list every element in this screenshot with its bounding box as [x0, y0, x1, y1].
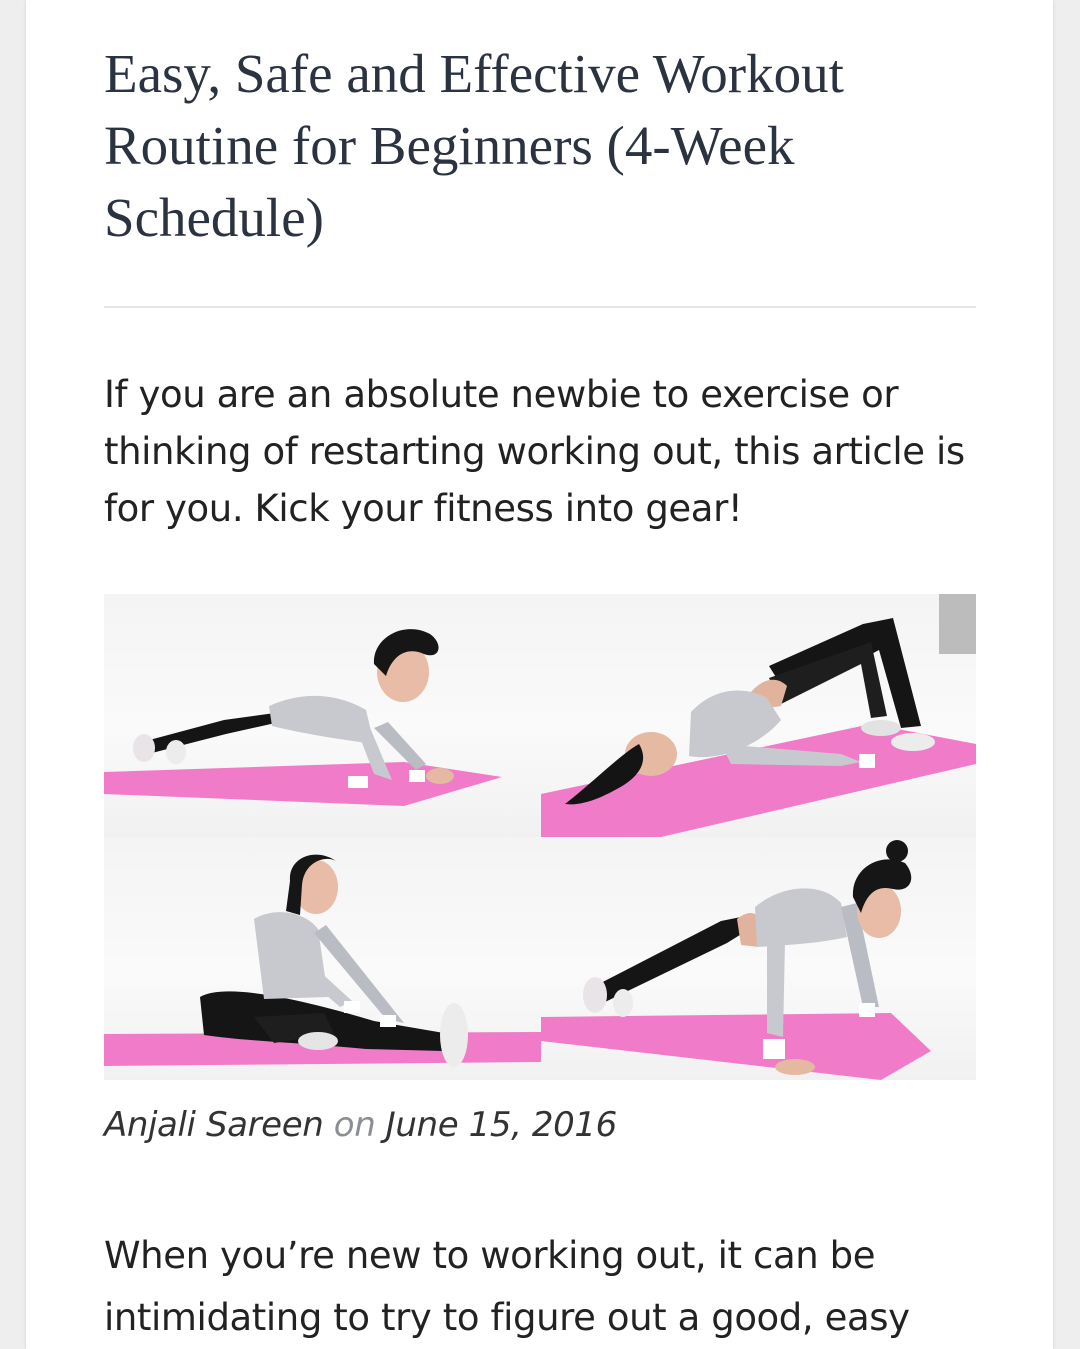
article-content: Easy, Safe and Effective Workout Routine…: [104, 38, 976, 1349]
article-page: Easy, Safe and Effective Workout Routine…: [26, 0, 1053, 1349]
publish-date: June 15, 2016: [385, 1105, 617, 1145]
article-byline: Anjali Sareen on June 15, 2016: [104, 1105, 976, 1145]
article-body: When you’re new to working out, it can b…: [104, 1234, 910, 1339]
glute-bridge-exercise-photo: [541, 594, 976, 837]
seated-hamstring-stretch-photo: [104, 837, 541, 1080]
hero-image: [104, 594, 976, 1080]
article-intro: If you are an absolute newbie to exercis…: [104, 373, 965, 530]
article-title: Easy, Safe and Effective Workout Routine…: [104, 43, 844, 248]
byline-connector: on: [333, 1105, 376, 1145]
author-name[interactable]: Anjali Sareen: [104, 1105, 324, 1145]
plank-exercise-photo: [104, 594, 541, 837]
title-divider: [104, 306, 976, 308]
push-up-exercise-photo: [541, 837, 976, 1080]
